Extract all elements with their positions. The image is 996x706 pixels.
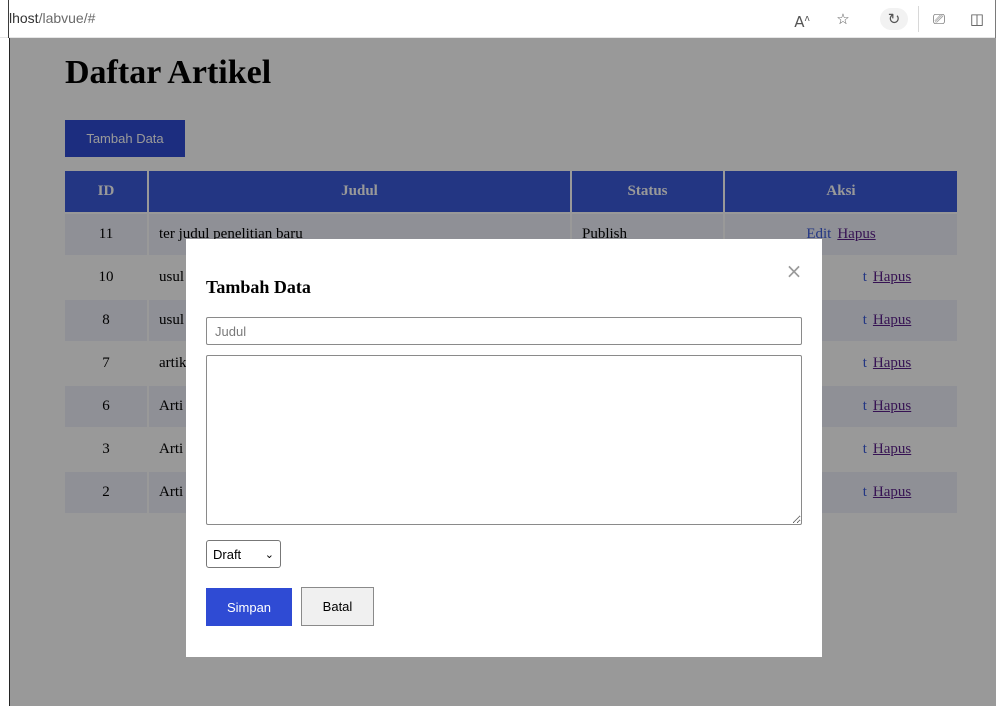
status-select-value: Draft	[213, 546, 242, 562]
extensions-icon[interactable]: ↻	[880, 8, 908, 30]
close-icon[interactable]: ×	[784, 261, 804, 281]
browser-address-bar: lhost/labvue/# Aʌ ☆ ↻ ⎚ ◫	[0, 0, 996, 38]
cast-icon[interactable]: ⎚	[928, 8, 950, 30]
toolbar-separator	[918, 6, 919, 32]
modal-title: Tambah Data	[206, 277, 311, 297]
read-aloud-icon[interactable]: Aʌ	[792, 8, 812, 31]
url-path: /labvue/#	[38, 10, 96, 26]
url-text[interactable]: lhost/labvue/#	[9, 10, 95, 26]
url-host: lhost	[9, 10, 39, 26]
reading-mode-icon[interactable]: ◫	[967, 8, 987, 30]
simpan-button[interactable]: Simpan	[206, 588, 292, 626]
chevron-down-icon: ⌄	[264, 547, 274, 561]
status-select[interactable]: Draft ⌄	[206, 540, 281, 568]
favorite-star-icon[interactable]: ☆	[833, 8, 853, 30]
judul-input[interactable]	[206, 317, 802, 345]
batal-button[interactable]: Batal	[301, 587, 374, 626]
isi-textarea[interactable]	[206, 355, 802, 525]
tambah-data-modal: Tambah Data × Draft ⌄ Simpan Batal	[186, 239, 822, 657]
